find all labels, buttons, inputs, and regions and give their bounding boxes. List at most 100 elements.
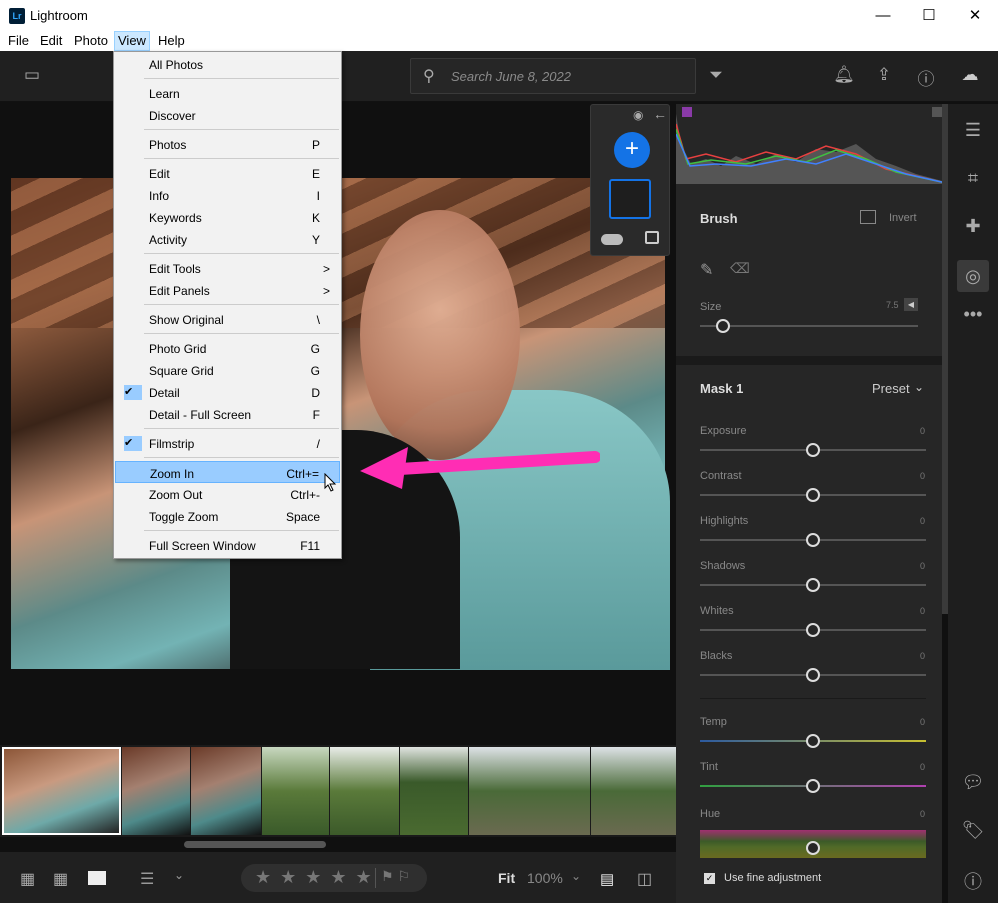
square-grid-icon[interactable]: ▦ [53,869,68,889]
invert-label[interactable]: Invert [889,212,917,224]
info-icon[interactable]: ⓘ [948,868,998,894]
filmstrip-scrollbar[interactable] [184,841,326,848]
temp-value[interactable]: 0 [920,717,925,727]
filmstrip-thumb[interactable] [122,747,190,835]
add-mask-button[interactable]: + [614,132,650,168]
menu-item-info[interactable]: Info I [115,184,340,206]
flag-icons[interactable]: ⚑ ⚐ [381,868,410,885]
notification-bell-icon[interactable]: 🔔︎ [832,65,856,85]
menu-edit[interactable]: Edit [40,33,62,48]
menu-item-photos[interactable]: Photos P [115,133,340,155]
fit-zoom-button[interactable]: Fit [498,870,515,886]
menu-item-learn[interactable]: Learn [115,82,340,104]
whites-slider-knob[interactable] [806,623,820,637]
crop-icon[interactable]: ⌗ [948,168,998,189]
filter-icon[interactable]: ⏷ [704,65,728,85]
highlights-value[interactable]: 0 [920,516,925,526]
filmstrip-thumb[interactable] [262,747,329,835]
exposure-value[interactable]: 0 [920,426,925,436]
zoom-chevron-icon[interactable]: ⌄ [571,869,581,883]
contrast-value[interactable]: 0 [920,471,925,481]
eye-icon[interactable]: ◉ [633,108,643,122]
menu-item-show-original[interactable]: Show Original \ [115,308,340,330]
camera-icon[interactable] [645,231,659,244]
exposure-slider-knob[interactable] [806,443,820,457]
clipping-highlights-indicator[interactable] [932,107,942,117]
eraser-icon[interactable]: ⌫ [730,260,750,277]
tint-value[interactable]: 0 [920,762,925,772]
highlights-slider-knob[interactable] [806,533,820,547]
hue-slider-knob[interactable] [806,841,820,855]
panel-toggle-icon[interactable]: ▭ [20,65,44,85]
whites-value[interactable]: 0 [920,606,925,616]
menu-item-edit-tools[interactable]: Edit Tools > [115,257,340,279]
menu-item-photo-grid[interactable]: Photo Grid G [115,337,340,359]
menu-item-edit[interactable]: Edit E [115,162,340,184]
menu-item-keywords[interactable]: Keywords K [115,206,340,228]
maximize-button[interactable]: ☐ [906,0,952,31]
grid-view-icon[interactable]: ▦ [20,869,35,889]
filmstrip-thumb[interactable] [469,747,590,835]
sort-chevron-icon[interactable]: ⌄ [174,868,184,882]
menu-view[interactable]: View [114,31,150,51]
menu-item-all-photos[interactable]: All Photos [115,53,340,75]
hue-value[interactable]: 0 [920,809,925,819]
menu-photo[interactable]: Photo [74,33,108,48]
healing-icon[interactable]: ✚ [948,216,998,237]
overlay-toggle[interactable] [601,234,623,245]
menu-item-discover[interactable]: Discover [115,104,340,126]
menu-item-zoom-out[interactable]: Zoom Out Ctrl+- [115,483,340,505]
sort-icon[interactable]: ☰ [140,869,154,889]
shadows-value[interactable]: 0 [920,561,925,571]
filmstrip-thumb[interactable] [191,747,261,835]
filmstrip-thumb[interactable] [400,747,468,835]
menu-item-edit-panels[interactable]: Edit Panels > [115,279,340,301]
cloud-sync-icon[interactable]: ☁ [958,65,982,85]
filmstrip-thumb[interactable] [330,747,399,835]
size-slider-track[interactable] [700,325,918,327]
filmstrip-thumb[interactable] [2,747,121,835]
size-value[interactable]: 7.5 [886,300,899,310]
contrast-slider-knob[interactable] [806,488,820,502]
tag-icon[interactable]: 🏷︎ [948,820,998,841]
fine-adjust-checkbox[interactable]: ✓ [704,873,715,884]
filmstrip-thumb[interactable] [591,747,676,835]
menu-item-toggle-zoom[interactable]: Toggle Zoom Space [115,505,340,527]
menu-item-full-screen-window[interactable]: Full Screen Window F11 [115,534,340,556]
more-icon[interactable]: ••• [948,304,998,325]
chevron-down-icon[interactable]: ⌄ [914,380,924,394]
close-button[interactable]: ✕ [952,0,998,31]
search-box[interactable]: ⚲ Search June 8, 2022 [410,58,696,94]
edit-sliders-icon[interactable]: ☰ [948,120,998,141]
help-icon[interactable]: ⓘ [914,65,938,90]
tint-slider-knob[interactable] [806,779,820,793]
preset-dropdown[interactable]: Preset [872,381,910,396]
menu-file[interactable]: File [8,33,29,48]
temp-slider-knob[interactable] [806,734,820,748]
invert-icon[interactable] [860,210,876,224]
brush-icon[interactable]: ✎ [700,260,713,280]
size-slider-knob[interactable] [716,319,730,333]
clipping-shadows-indicator[interactable] [682,107,692,117]
share-icon[interactable]: ⇪ [872,65,896,85]
detail-view-icon[interactable] [88,871,106,885]
minimize-button[interactable]: — [860,0,906,31]
comment-icon[interactable]: 💬︎ [948,772,998,793]
star-rating[interactable]: ★ ★ ★ ★ ★ [255,867,374,888]
shadows-slider-knob[interactable] [806,578,820,592]
menu-item-filmstrip[interactable]: ✔ Filmstrip / [115,432,340,454]
menu-item-activity[interactable]: Activity Y [115,228,340,250]
size-arrow-icon[interactable]: ◀ [904,298,918,311]
masking-icon[interactable]: ◎ [957,260,989,292]
zoom-percent-button[interactable]: 100% [527,870,563,886]
menu-item-zoom-in[interactable]: Zoom In Ctrl+= [115,461,340,483]
menu-item-detail[interactable]: ✔ Detail D [115,381,340,403]
blacks-slider-knob[interactable] [806,668,820,682]
mask-thumbnail[interactable] [609,179,651,219]
filmstrip-toggle-icon[interactable]: ▤ [600,870,614,888]
menu-help[interactable]: Help [158,33,185,48]
menu-item-square-grid[interactable]: Square Grid G [115,359,340,381]
blacks-value[interactable]: 0 [920,651,925,661]
collapse-arrow-icon[interactable]: ← [653,106,667,122]
menu-item-detail-full-screen[interactable]: Detail - Full Screen F [115,403,340,425]
